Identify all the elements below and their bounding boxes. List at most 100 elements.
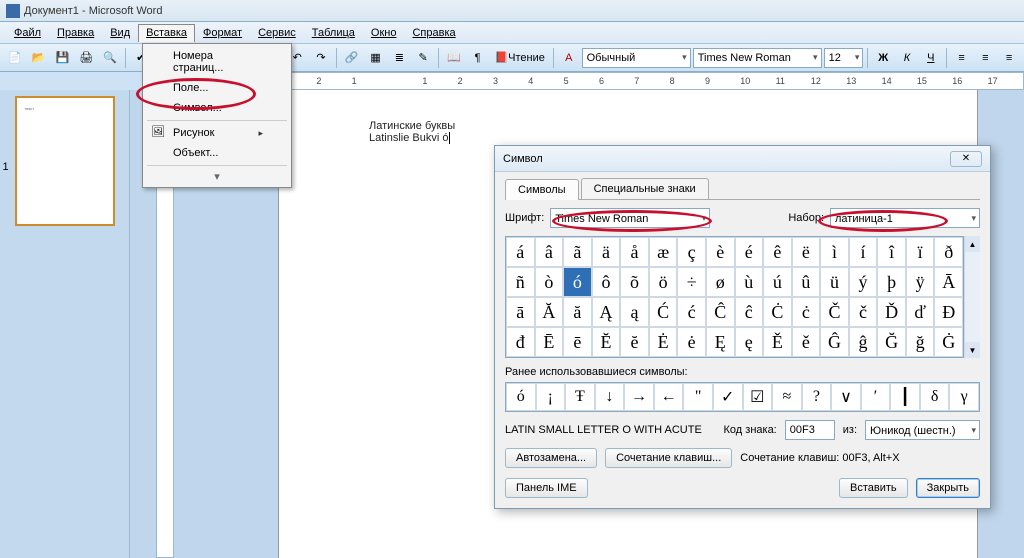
drawing-button[interactable]: ✎ <box>412 47 434 69</box>
char-cell[interactable]: Č <box>820 297 849 327</box>
char-cell[interactable]: ç <box>677 237 706 267</box>
char-cell[interactable]: õ <box>620 267 649 297</box>
char-cell[interactable]: Ą <box>592 297 621 327</box>
char-cell[interactable]: þ <box>877 267 906 297</box>
close-icon[interactable]: ✕ <box>950 151 982 167</box>
recent-char-cell[interactable]: ∨ <box>831 383 861 411</box>
char-cell[interactable]: ï <box>906 237 935 267</box>
style-combo[interactable]: Обычный <box>582 48 691 68</box>
char-cell[interactable]: ĕ <box>620 327 649 357</box>
char-cell[interactable]: ö <box>649 267 678 297</box>
recent-char-cell[interactable]: γ <box>949 383 979 411</box>
char-cell[interactable]: ď <box>906 297 935 327</box>
table-button[interactable]: ▦ <box>365 47 387 69</box>
char-cell[interactable]: ú <box>763 267 792 297</box>
char-cell[interactable]: å <box>620 237 649 267</box>
underline-button[interactable]: Ч <box>920 47 942 69</box>
char-cell[interactable]: Ė <box>649 327 678 357</box>
char-cell[interactable]: ċ <box>792 297 821 327</box>
char-cell[interactable]: ĝ <box>849 327 878 357</box>
char-cell[interactable]: í <box>849 237 878 267</box>
char-cell[interactable]: ó <box>563 267 592 297</box>
recent-char-cell[interactable]: ′ <box>861 383 891 411</box>
char-cell[interactable]: Ę <box>706 327 735 357</box>
recent-characters-grid[interactable]: ó¡Ŧ↓→←"✓☑≈?∨′┃δγ <box>505 382 980 412</box>
menu-help[interactable]: Справка <box>404 24 463 42</box>
char-cell[interactable]: č <box>849 297 878 327</box>
char-cell[interactable]: ô <box>592 267 621 297</box>
italic-button[interactable]: К <box>896 47 918 69</box>
char-cell[interactable]: đ <box>506 327 535 357</box>
show-hide-button[interactable]: ¶ <box>467 47 489 69</box>
recent-char-cell[interactable]: ☑ <box>743 383 773 411</box>
char-cell[interactable]: Ď <box>877 297 906 327</box>
menu-picture[interactable]: 🖼 Рисунок▸ <box>145 123 289 143</box>
recent-char-cell[interactable]: Ŧ <box>565 383 595 411</box>
menu-file[interactable]: Файл <box>6 24 49 42</box>
char-cell[interactable]: ć <box>677 297 706 327</box>
recent-char-cell[interactable]: ¡ <box>536 383 566 411</box>
dialog-title-bar[interactable]: Символ ✕ <box>495 146 990 172</box>
hyperlink-button[interactable]: 🔗 <box>341 47 363 69</box>
char-cell[interactable]: ě <box>792 327 821 357</box>
char-cell[interactable]: ÿ <box>906 267 935 297</box>
recent-char-cell[interactable]: ✓ <box>713 383 743 411</box>
char-cell[interactable]: ā <box>506 297 535 327</box>
char-cell[interactable]: ã <box>563 237 592 267</box>
align-left-button[interactable]: ≡ <box>951 47 973 69</box>
character-grid[interactable]: áâãäåæçèéêëìíîïðñòóôõö÷øùúûüýþÿĀāĂăĄąĆćĈ… <box>505 236 964 358</box>
menu-symbol[interactable]: Символ... <box>145 98 289 118</box>
char-cell[interactable]: ü <box>820 267 849 297</box>
ime-panel-button[interactable]: Панель IME <box>505 478 588 498</box>
menu-tools[interactable]: Сервис <box>250 24 304 42</box>
page-thumbnail[interactable]: 1 текст <box>15 96 115 226</box>
char-cell[interactable]: æ <box>649 237 678 267</box>
subset-select[interactable]: латиница-1 <box>830 208 980 228</box>
align-right-button[interactable]: ≡ <box>998 47 1020 69</box>
char-cell[interactable]: ù <box>735 267 764 297</box>
menu-edit[interactable]: Правка <box>49 24 102 42</box>
char-cell[interactable]: ð <box>934 237 963 267</box>
shortcut-key-button[interactable]: Сочетание клавиш... <box>605 448 732 468</box>
print-preview-button[interactable]: 🔍 <box>99 47 121 69</box>
redo-button[interactable]: ↷ <box>310 47 332 69</box>
recent-char-cell[interactable]: ó <box>506 383 536 411</box>
char-cell[interactable]: ý <box>849 267 878 297</box>
char-cell[interactable]: Ě <box>763 327 792 357</box>
char-cell[interactable]: ę <box>735 327 764 357</box>
char-cell[interactable]: Đ <box>934 297 963 327</box>
scroll-down-icon[interactable]: ▼ <box>965 342 980 358</box>
char-cell[interactable]: Ē <box>535 327 564 357</box>
menu-page-numbers[interactable]: Номера страниц... <box>145 46 289 78</box>
grid-scrollbar[interactable]: ▲ ▼ <box>964 236 980 358</box>
char-cell[interactable]: Ĉ <box>706 297 735 327</box>
reading-button[interactable]: 📕 Чтение <box>490 47 548 69</box>
char-cell[interactable]: ē <box>563 327 592 357</box>
recent-char-cell[interactable]: ┃ <box>890 383 920 411</box>
font-color-button[interactable]: A <box>558 47 580 69</box>
char-cell[interactable]: Ĕ <box>592 327 621 357</box>
size-combo[interactable]: 12 <box>824 48 864 68</box>
char-cell[interactable]: ÷ <box>677 267 706 297</box>
recent-char-cell[interactable]: " <box>683 383 713 411</box>
tab-symbols[interactable]: Символы <box>505 179 579 200</box>
recent-char-cell[interactable]: δ <box>920 383 950 411</box>
scroll-up-icon[interactable]: ▲ <box>965 236 980 252</box>
autocorrect-button[interactable]: Автозамена... <box>505 448 597 468</box>
char-cell[interactable]: è <box>706 237 735 267</box>
menu-field[interactable]: Поле... <box>145 78 289 98</box>
char-cell[interactable]: ğ <box>906 327 935 357</box>
char-cell[interactable]: Ć <box>649 297 678 327</box>
close-button[interactable]: Закрыть <box>916 478 980 498</box>
menu-view[interactable]: Вид <box>102 24 138 42</box>
char-cell[interactable]: ì <box>820 237 849 267</box>
char-cell[interactable]: ĉ <box>735 297 764 327</box>
open-button[interactable]: 📂 <box>28 47 50 69</box>
menu-insert[interactable]: Вставка <box>138 24 195 42</box>
char-cell[interactable]: ă <box>563 297 592 327</box>
new-doc-button[interactable]: 📄 <box>4 47 26 69</box>
font-combo[interactable]: Times New Roman <box>693 48 822 68</box>
char-cell[interactable]: Ā <box>934 267 963 297</box>
recent-char-cell[interactable]: ↓ <box>595 383 625 411</box>
char-cell[interactable]: Ă <box>535 297 564 327</box>
